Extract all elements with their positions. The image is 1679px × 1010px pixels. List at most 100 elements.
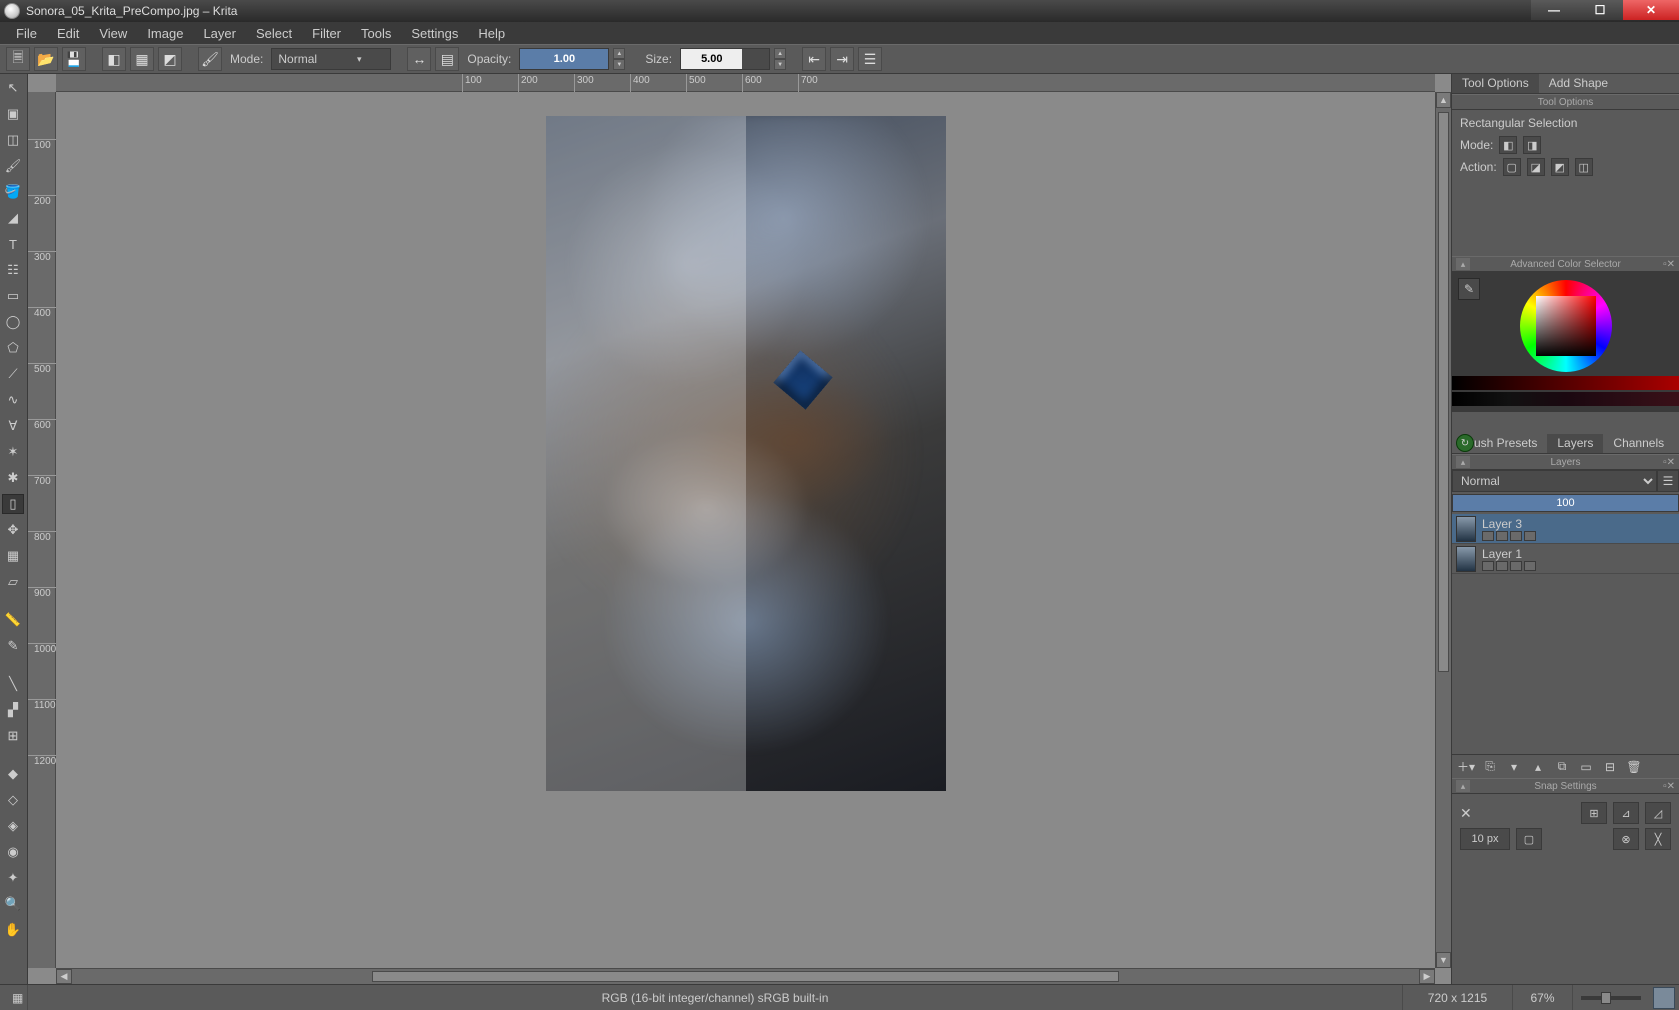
collapse-icon[interactable]: ▴ bbox=[1456, 258, 1470, 270]
inherit-icon[interactable] bbox=[1524, 531, 1536, 541]
text-tool[interactable]: T bbox=[2, 234, 24, 254]
color-last-used-bar[interactable] bbox=[1452, 392, 1679, 406]
snap-distance-input[interactable]: 10 px bbox=[1460, 828, 1510, 850]
polyline-tool[interactable]: ⟋ bbox=[2, 364, 24, 384]
blend-mode-select[interactable]: Normal ▾ bbox=[271, 48, 391, 70]
layer-row[interactable]: Layer 1 bbox=[1452, 544, 1679, 574]
color-triangle[interactable] bbox=[1536, 296, 1596, 356]
freehand-path-tool[interactable]: Ɐ bbox=[2, 416, 24, 436]
delete-layer-button[interactable]: ⊟ bbox=[1600, 758, 1620, 776]
layer-blend-menu-button[interactable]: ☰ bbox=[1657, 470, 1679, 492]
menu-filter[interactable]: Filter bbox=[302, 24, 351, 43]
snap-bbox-button[interactable]: ◿ bbox=[1645, 802, 1671, 824]
menu-view[interactable]: View bbox=[89, 24, 137, 43]
path-select-tool[interactable]: ▞ bbox=[2, 700, 24, 720]
scroll-left-button[interactable]: ◀ bbox=[56, 969, 72, 984]
scroll-thumb[interactable] bbox=[1438, 112, 1449, 672]
canvas[interactable] bbox=[56, 92, 1435, 968]
color-wheel[interactable] bbox=[1520, 280, 1612, 372]
pattern-swatch-button[interactable]: ▦ bbox=[130, 47, 154, 71]
line-tool[interactable]: ╲ bbox=[2, 674, 24, 694]
new-doc-button[interactable]: 🗏 bbox=[6, 47, 30, 71]
slider-knob[interactable] bbox=[1601, 992, 1611, 1004]
alpha-icon[interactable] bbox=[1510, 561, 1522, 571]
scroll-up-button[interactable]: ▲ bbox=[1436, 92, 1451, 108]
menu-settings[interactable]: Settings bbox=[401, 24, 468, 43]
menu-file[interactable]: File bbox=[6, 24, 47, 43]
horizontal-scrollbar[interactable]: ◀ ▶ bbox=[56, 968, 1435, 984]
snap-extension-button[interactable]: ⊿ bbox=[1613, 802, 1639, 824]
layer-blend-select[interactable]: Normal bbox=[1452, 470, 1657, 492]
tab-add-shape[interactable]: Add Shape bbox=[1539, 74, 1618, 93]
tab-tool-options[interactable]: Tool Options bbox=[1452, 74, 1539, 93]
workspace-button[interactable]: ☰ bbox=[858, 47, 882, 71]
zoom-tool[interactable]: 🔍 bbox=[2, 894, 24, 914]
action-intersect-button[interactable]: ◫ bbox=[1575, 158, 1593, 176]
layer-row[interactable]: Layer 3 bbox=[1452, 514, 1679, 544]
menu-select[interactable]: Select bbox=[246, 24, 302, 43]
trash-icon[interactable]: 🗑 bbox=[1624, 758, 1644, 776]
minimize-button[interactable]: — bbox=[1531, 0, 1577, 20]
alpha-icon[interactable] bbox=[1510, 531, 1522, 541]
magnetic-select-tool[interactable]: ✦ bbox=[2, 868, 24, 888]
perspective-tool[interactable]: ▱ bbox=[2, 572, 24, 592]
mirror-v-button[interactable]: ⇥ bbox=[830, 47, 854, 71]
collapse-icon[interactable]: ▴ bbox=[1456, 780, 1470, 792]
snap-node-button[interactable]: ⊞ bbox=[1581, 802, 1607, 824]
scroll-thumb[interactable] bbox=[372, 971, 1119, 982]
duplicate-layer-button[interactable]: ⎘ bbox=[1480, 758, 1500, 776]
lock-icon[interactable] bbox=[1496, 561, 1508, 571]
measure-tool[interactable]: 📏 bbox=[2, 610, 24, 630]
action-subtract-button[interactable]: ◩ bbox=[1551, 158, 1569, 176]
snap-grid-button[interactable]: ▢ bbox=[1516, 828, 1542, 850]
transform-tool[interactable]: ▣ bbox=[2, 104, 24, 124]
scroll-down-button[interactable]: ▼ bbox=[1436, 952, 1451, 968]
snap-close-icon[interactable]: ✕ bbox=[1460, 805, 1472, 822]
panel-menu-icon[interactable]: ▫✕ bbox=[1663, 259, 1675, 270]
rect-select-tool[interactable]: ▯ bbox=[2, 494, 24, 514]
pattern-edit-tool[interactable]: ☷ bbox=[2, 260, 24, 280]
open-button[interactable]: 📂 bbox=[34, 47, 58, 71]
action-add-button[interactable]: ◪ bbox=[1527, 158, 1545, 176]
panel-menu-icon[interactable]: ▫✕ bbox=[1663, 781, 1675, 792]
move-down-button[interactable]: ▾ bbox=[1504, 758, 1524, 776]
polygon-tool[interactable]: ⬠ bbox=[2, 338, 24, 358]
visibility-icon[interactable] bbox=[1482, 531, 1494, 541]
vertical-scrollbar[interactable]: ▲ ▼ bbox=[1435, 92, 1451, 968]
rectangle-tool[interactable]: ▭ bbox=[2, 286, 24, 306]
color-picker-tool[interactable]: ✎ bbox=[2, 636, 24, 656]
contiguous-select-tool[interactable]: ◆ bbox=[2, 764, 24, 784]
close-button[interactable]: ✕ bbox=[1623, 0, 1679, 20]
opacity-spin[interactable]: ▲▼ bbox=[613, 48, 625, 70]
group-button[interactable]: ▭ bbox=[1576, 758, 1596, 776]
menu-tools[interactable]: Tools bbox=[351, 24, 401, 43]
tab-channels[interactable]: Channels bbox=[1603, 434, 1674, 453]
move-up-button[interactable]: ▴ bbox=[1528, 758, 1548, 776]
color-history-bar[interactable] bbox=[1452, 376, 1679, 390]
add-layer-button[interactable]: ＋▾ bbox=[1456, 758, 1476, 776]
dyna-tool[interactable]: ✶ bbox=[2, 442, 24, 462]
opacity-input[interactable]: 1.00 bbox=[519, 48, 609, 70]
gradient-swatch-button[interactable]: ◧ bbox=[102, 47, 126, 71]
horizontal-ruler[interactable]: 100 200 300 400 500 600 700 bbox=[56, 74, 1435, 92]
bezier-select-tool[interactable]: ◉ bbox=[2, 842, 24, 862]
snap-intersect-button[interactable]: ╳ bbox=[1645, 828, 1671, 850]
crop-tool[interactable]: ◫ bbox=[2, 130, 24, 150]
mode-replace-button[interactable]: ◧ bbox=[1499, 136, 1517, 154]
mirror-x-button[interactable]: ↔ bbox=[407, 47, 431, 71]
multibrush-tool[interactable]: ✱ bbox=[2, 468, 24, 488]
fgbg-swatch-button[interactable]: ◩ bbox=[158, 47, 182, 71]
advanced-color-selector[interactable]: ✎ bbox=[1452, 272, 1679, 412]
menu-edit[interactable]: Edit bbox=[47, 24, 89, 43]
document-image[interactable] bbox=[546, 116, 946, 791]
eyedropper-icon[interactable]: ✎ bbox=[1458, 278, 1480, 300]
save-button[interactable]: 💾 bbox=[62, 47, 86, 71]
scroll-right-button[interactable]: ▶ bbox=[1419, 969, 1435, 984]
selection-mask-icon[interactable]: ▦ bbox=[0, 985, 28, 1010]
maximize-button[interactable]: ☐ bbox=[1577, 0, 1623, 20]
size-spin[interactable]: ▲▼ bbox=[774, 48, 786, 70]
lock-icon[interactable] bbox=[1496, 531, 1508, 541]
panel-menu-icon[interactable]: ▫✕ bbox=[1663, 457, 1675, 468]
layer-opacity-slider[interactable]: 100 bbox=[1452, 494, 1679, 512]
mirror-h-button[interactable]: ⇤ bbox=[802, 47, 826, 71]
